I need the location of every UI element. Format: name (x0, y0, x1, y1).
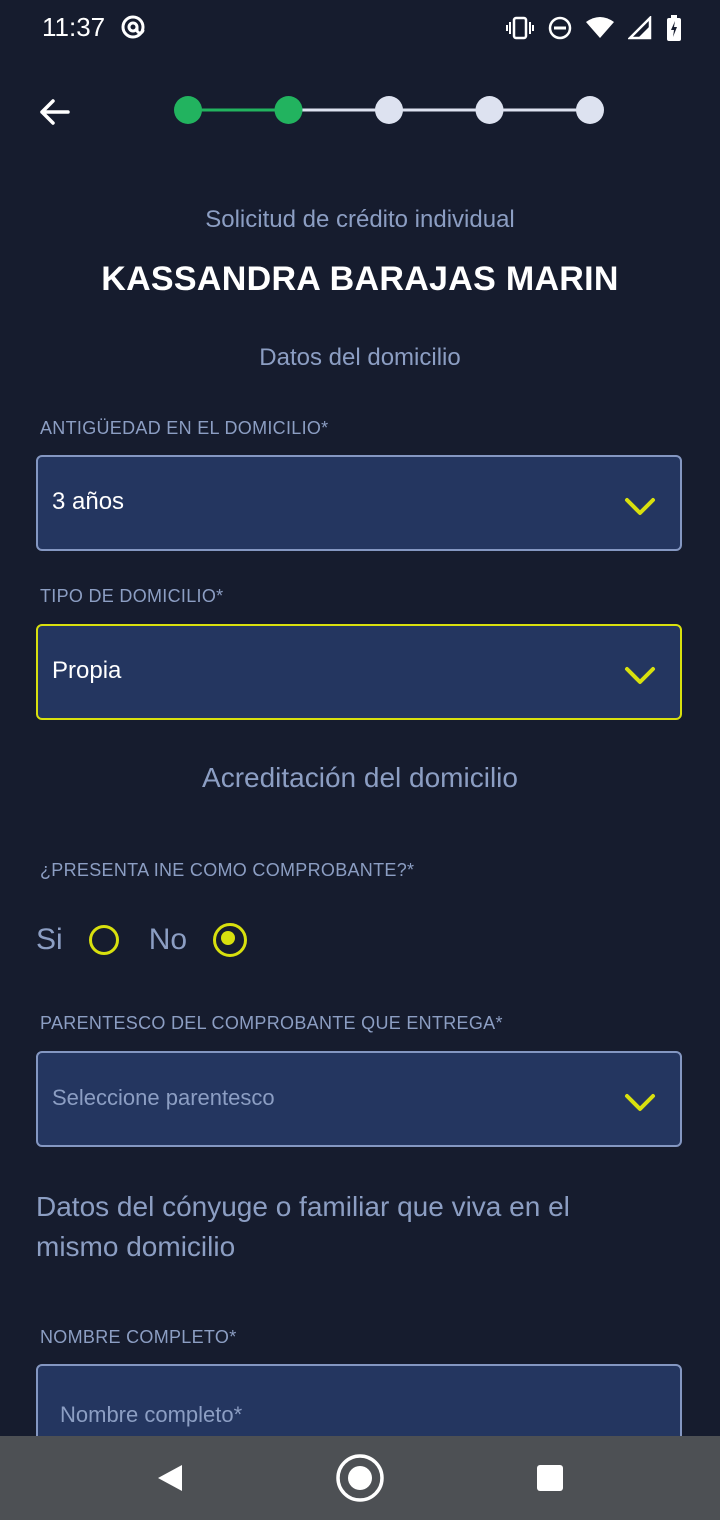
status-time: 11:37 (42, 12, 106, 42)
signal-icon (628, 16, 652, 40)
ine-question-label: ¿PRESENTA INE COMO COMPROBANTE?* (40, 860, 415, 880)
nav-recents-button[interactable] (520, 1436, 580, 1520)
parentesco-label: PARENTESCO DEL COMPROBANTE QUE ENTREGA* (40, 1013, 503, 1033)
chevron-down-icon (625, 1094, 655, 1111)
progress-stepper (174, 96, 604, 124)
at-icon (120, 14, 146, 40)
section-title-acreditacion: Acreditación del domicilio (202, 762, 518, 793)
vibrate-icon (506, 16, 534, 40)
triangle-back-icon (158, 1465, 182, 1491)
back-button[interactable] (34, 92, 74, 132)
section-title-domicilio: Datos del domicilio (259, 344, 461, 371)
stepper-dot (375, 96, 403, 124)
page-subtitle: Solicitud de crédito individual (205, 206, 515, 233)
stepper-dot (174, 96, 202, 124)
radio-label-no: No (148, 923, 188, 956)
nombre-completo-label: NOMBRE COMPLETO* (40, 1327, 237, 1347)
status-bar: 11:37 (0, 0, 720, 56)
status-icons (506, 14, 682, 42)
nav-home-button[interactable] (330, 1436, 390, 1520)
battery-icon (666, 15, 682, 41)
home-circle-icon (336, 1454, 384, 1502)
nav-back-button[interactable] (140, 1436, 200, 1520)
applicant-name: KASSANDRA BARAJAS MARIN (101, 260, 619, 298)
chevron-down-icon (625, 667, 655, 684)
system-nav-bar (0, 1436, 720, 1520)
wifi-icon (586, 17, 614, 39)
radio-si[interactable] (88, 925, 119, 955)
parentesco-placeholder: Seleccione parentesco (52, 1085, 275, 1110)
dnd-icon (548, 16, 572, 40)
antiguedad-select[interactable]: 3 años (36, 455, 682, 551)
section-title-conyuge: Datos del cónyuge o familiar que viva en… (36, 1191, 570, 1262)
antiguedad-label: ANTIGÜEDAD EN EL DOMICILIO* (40, 418, 329, 438)
tipo-domicilio-label: TIPO DE DOMICILIO* (40, 586, 224, 606)
tipo-domicilio-value: Propia (52, 657, 122, 684)
radio-label-si: Si (36, 923, 63, 956)
ine-radio-group: Si No (36, 916, 248, 964)
chevron-down-icon (625, 498, 655, 515)
arrow-left-icon (40, 99, 70, 125)
nombre-completo-input[interactable] (58, 1396, 662, 1434)
parentesco-select[interactable]: Seleccione parentesco (36, 1051, 682, 1147)
radio-no[interactable] (213, 923, 248, 957)
antiguedad-value: 3 años (52, 488, 125, 515)
square-recents-icon (537, 1465, 563, 1491)
tipo-domicilio-select[interactable]: Propia (36, 624, 682, 720)
stepper-dot (475, 96, 504, 124)
stepper-dot (576, 96, 604, 124)
stepper-dot (274, 96, 303, 124)
